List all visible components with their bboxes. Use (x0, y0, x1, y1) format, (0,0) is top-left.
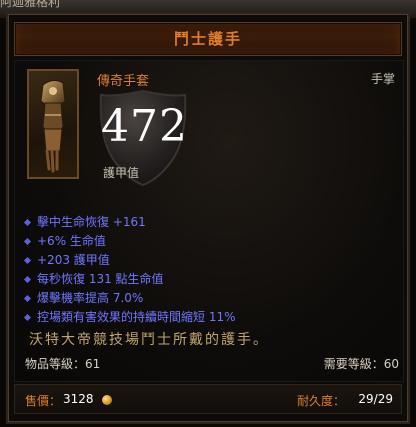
item-name: 鬥士護手 (173, 30, 242, 48)
tooltip-body: 傳奇手套 手掌 472 護甲值 擊中生命恢復 +161 +6% 生命值 +203… (14, 60, 404, 382)
bullet-icon (23, 256, 32, 265)
item-level: 物品等級：61 (25, 357, 101, 371)
armor-value: 472 (101, 101, 188, 152)
tooltip-header: 鬥士護手 (14, 22, 402, 56)
flavor-text: 沃特大帝競技場鬥士所戴的護手。 (29, 332, 269, 348)
affix-text: 每秒恢復 131 點生命值 (37, 272, 164, 286)
background-text: 阿迦雅格利 (0, 0, 61, 9)
bullet-icon (23, 294, 32, 303)
affix-item: +6% 生命值 (23, 232, 395, 251)
armor-label: 護甲值 (103, 166, 140, 180)
affix-text: 擊中生命恢復 +161 (37, 215, 146, 229)
affix-item: +203 護甲值 (23, 251, 395, 270)
affix-text: +203 護甲值 (37, 253, 110, 267)
item-tooltip: 鬥士護手 傳奇手套 手掌 472 護甲值 擊中生命恢復 +161 +6% 生命值… (6, 12, 410, 424)
affix-text: 爆擊機率提高 7.0% (37, 291, 144, 305)
affix-list: 擊中生命恢復 +161 +6% 生命值 +203 護甲值 每秒恢復 131 點生… (23, 213, 395, 327)
affix-text: +6% 生命值 (37, 234, 106, 248)
bullet-icon (23, 218, 32, 227)
gold-coin-icon (102, 395, 112, 405)
affix-text: 控場類有害效果的持續時間縮短 11% (37, 310, 236, 324)
affix-item: 每秒恢復 131 點生命值 (23, 270, 395, 289)
gauntlet-icon (40, 79, 66, 173)
durability-value: 29/29 (358, 392, 393, 406)
item-slot: 手掌 (370, 72, 395, 86)
durability-label: 耐久度： (297, 394, 346, 408)
tooltip-footer: 售價： 3128 耐久度： 29/29 (14, 384, 402, 414)
affix-item: 擊中生命恢復 +161 (23, 213, 395, 232)
affix-item: 控場類有害效果的持續時間縮短 11% (23, 308, 395, 327)
bullet-icon (23, 237, 32, 246)
required-level: 需要等級：60 (323, 357, 399, 371)
bullet-icon (23, 313, 32, 322)
affix-item: 爆擊機率提高 7.0% (23, 289, 395, 308)
price-value: 3128 (63, 392, 94, 406)
bullet-icon (23, 275, 32, 284)
item-portrait (27, 69, 79, 179)
price-label: 售價： (25, 394, 62, 408)
